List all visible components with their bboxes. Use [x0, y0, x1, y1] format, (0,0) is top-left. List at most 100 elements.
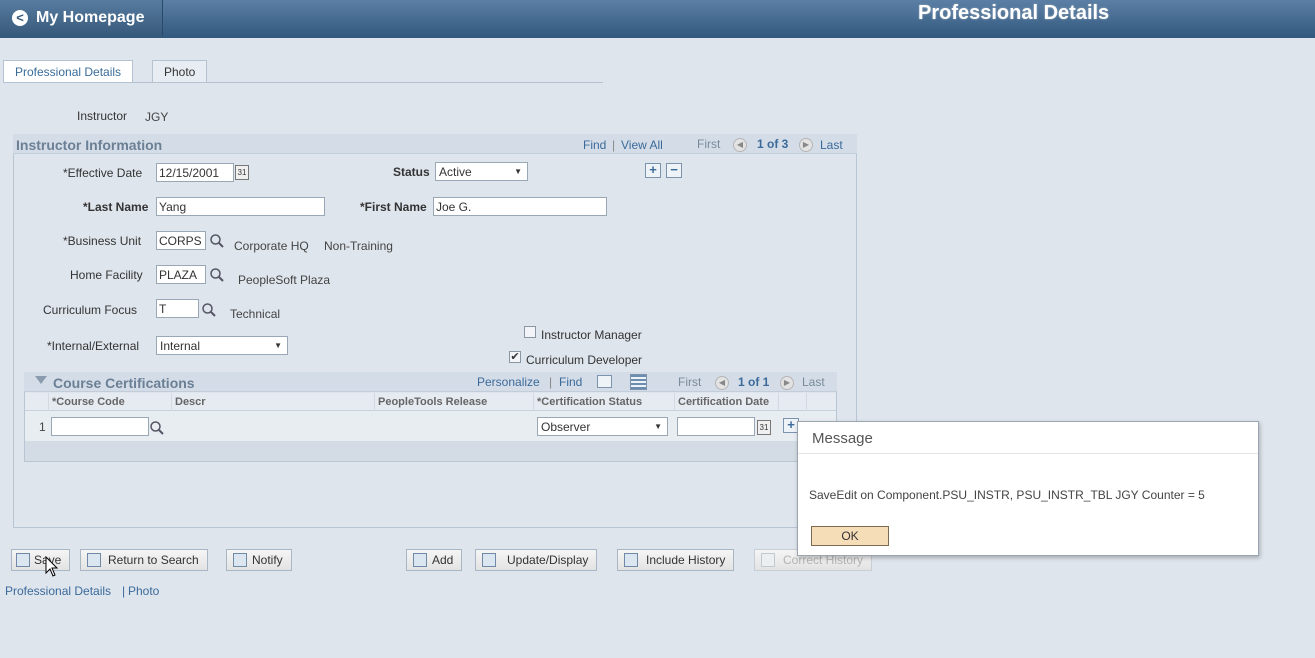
status-select[interactable]: Active ▼: [435, 162, 528, 181]
download-to-excel-icon[interactable]: [630, 374, 647, 390]
lookup-icon[interactable]: [149, 420, 165, 436]
chevron-down-icon: ▼: [274, 341, 282, 350]
collapse-icon[interactable]: [35, 376, 47, 384]
status-value: Active: [439, 165, 472, 179]
chevron-down-icon: ▼: [514, 167, 522, 176]
add-row-button[interactable]: +: [645, 163, 661, 178]
include-history-icon: [624, 553, 638, 567]
find-link[interactable]: Find: [559, 375, 582, 389]
lookup-icon[interactable]: [201, 302, 217, 318]
internal-external-select[interactable]: Internal ▼: [156, 336, 288, 355]
notify-button[interactable]: Notify: [226, 549, 292, 571]
effective-date-field[interactable]: 12/15/2001: [156, 163, 234, 182]
column-peopletools-release: PeopleTools Release: [378, 396, 488, 408]
instructor-manager-label: Instructor Manager: [541, 328, 642, 342]
my-homepage-button[interactable]: < My Homepage: [0, 0, 163, 36]
notify-label: Notify: [252, 553, 283, 567]
link-separator: |: [612, 138, 616, 152]
instructor-value: JGY: [145, 110, 169, 124]
chevron-left-icon: <: [12, 10, 28, 26]
page-header: < My Homepage Professional Details: [0, 0, 1315, 38]
internal-external-value: Internal: [160, 339, 201, 353]
lookup-icon[interactable]: [209, 233, 225, 249]
curriculum-focus-description: Technical: [230, 307, 281, 321]
message-dialog: Message SaveEdit on Component.PSU_INSTR,…: [797, 421, 1259, 556]
next-row-icon[interactable]: ▶: [780, 376, 794, 390]
return-to-search-button[interactable]: Return to Search: [80, 549, 208, 571]
first-label: First: [697, 137, 721, 151]
tab-professional-details[interactable]: Professional Details: [3, 60, 134, 83]
course-certifications-title: Course Certifications: [53, 375, 195, 391]
message-dialog-title: Message: [798, 422, 1258, 454]
curriculum-developer-checkbox[interactable]: ✔: [509, 351, 521, 363]
course-code-field[interactable]: [51, 417, 149, 436]
lookup-icon[interactable]: [209, 267, 225, 283]
column-certification-status: *Certification Status: [537, 396, 643, 408]
ok-button[interactable]: OK: [811, 526, 889, 546]
curriculum-developer-label: Curriculum Developer: [526, 353, 643, 367]
curriculum-focus-field[interactable]: T: [156, 299, 199, 318]
return-icon: [87, 553, 101, 567]
footer-link-separator: |: [122, 584, 126, 598]
home-facility-field[interactable]: PLAZA: [156, 265, 206, 284]
row-number: 1: [39, 420, 46, 434]
chevron-down-icon: ▼: [654, 422, 662, 431]
instructor-information-title: Instructor Information: [16, 137, 163, 153]
instructor-label: Instructor: [77, 109, 128, 123]
include-history-label: Include History: [646, 553, 726, 567]
find-link[interactable]: Find: [583, 138, 606, 152]
certification-status-value: Observer: [541, 420, 591, 434]
last-name-label: *Last Name: [83, 200, 149, 214]
delete-row-button[interactable]: −: [666, 163, 682, 178]
mouse-cursor-icon: [45, 556, 59, 577]
column-course-code: *Course Code: [52, 396, 125, 408]
footer-link-photo[interactable]: Photo: [128, 584, 159, 598]
add-button[interactable]: Add: [406, 549, 463, 571]
message-dialog-text: SaveEdit on Component.PSU_INSTR, PSU_INS…: [809, 488, 1205, 502]
certification-date-field[interactable]: [677, 417, 755, 436]
business-unit-label: *Business Unit: [63, 234, 142, 248]
update-display-button[interactable]: Update/Display: [475, 549, 598, 571]
view-all-link[interactable]: View All: [621, 138, 663, 152]
previous-row-icon[interactable]: ◀: [715, 376, 729, 390]
internal-external-label: *Internal/External: [47, 339, 140, 353]
calendar-icon[interactable]: 31: [757, 420, 771, 435]
footer-link-professional-details[interactable]: Professional Details: [5, 584, 111, 598]
add-icon: [413, 553, 427, 567]
tab-photo[interactable]: Photo: [152, 60, 208, 83]
link-separator: |: [549, 375, 553, 389]
column-certification-date: Certification Date: [678, 396, 770, 408]
previous-row-icon[interactable]: ◀: [733, 138, 747, 152]
add-label: Add: [432, 553, 454, 567]
curriculum-focus-label: Curriculum Focus: [43, 303, 138, 317]
home-facility-label: Home Facility: [70, 268, 143, 282]
row-count: 1 of 1: [738, 375, 770, 389]
last-name-field[interactable]: Yang: [156, 197, 325, 216]
personalize-link[interactable]: Personalize: [477, 375, 540, 389]
correct-history-icon: [761, 553, 775, 567]
view-in-new-window-icon[interactable]: [597, 375, 612, 388]
first-name-label: *First Name: [360, 200, 427, 214]
next-row-icon[interactable]: ▶: [799, 138, 813, 152]
update-display-icon: [482, 553, 496, 567]
last-link[interactable]: Last: [820, 138, 843, 152]
calendar-icon[interactable]: 31: [235, 165, 249, 180]
return-to-search-label: Return to Search: [108, 553, 199, 567]
business-unit-type: Non-Training: [324, 239, 393, 253]
tab-divider: [3, 82, 603, 83]
certification-status-select[interactable]: Observer ▼: [537, 417, 668, 436]
include-history-button[interactable]: Include History: [617, 549, 735, 571]
instructor-manager-checkbox[interactable]: [524, 326, 536, 338]
notify-icon: [233, 553, 247, 567]
effective-date-label: *Effective Date: [63, 166, 143, 180]
update-display-label: Update/Display: [507, 553, 589, 567]
first-name-field[interactable]: Joe G.: [433, 197, 607, 216]
status-label: Status: [393, 165, 430, 179]
save-icon: [16, 553, 30, 567]
first-label: First: [678, 375, 702, 389]
row-count: 1 of 3: [757, 137, 789, 151]
home-facility-description: PeopleSoft Plaza: [238, 273, 331, 287]
business-unit-field[interactable]: CORPS: [156, 231, 206, 250]
business-unit-description: Corporate HQ: [234, 239, 309, 253]
save-button[interactable]: Save: [11, 549, 71, 571]
